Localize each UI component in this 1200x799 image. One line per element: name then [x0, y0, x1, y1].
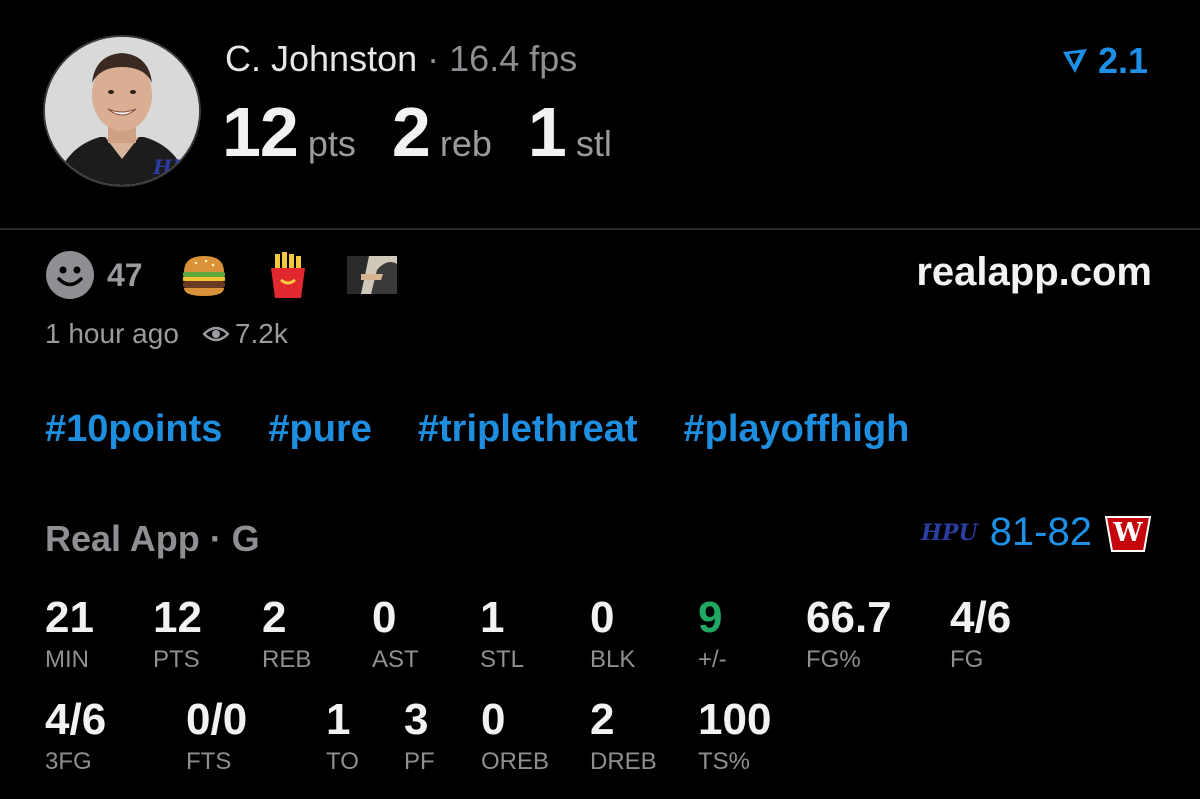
separator: ·	[427, 38, 440, 79]
stat-reb: 2 REB	[262, 596, 311, 672]
stat-ast: 0 AST	[372, 596, 419, 672]
stat-pts: 12 PTS	[153, 596, 202, 672]
divider	[0, 228, 1200, 230]
stat-value: 2	[262, 593, 287, 642]
thumbnail-image[interactable]	[346, 250, 397, 300]
hpu-badge: HPU	[153, 155, 201, 179]
eye-icon	[202, 326, 229, 342]
fps-value: 16.4 fps	[449, 38, 578, 79]
stat-blk: 0 BLK	[590, 596, 635, 672]
stat-label: 3FG	[45, 748, 92, 775]
stat-label: MIN	[45, 646, 89, 673]
player-line: C. Johnston · 16.4 fps	[225, 38, 577, 80]
player-name[interactable]: C. Johnston	[225, 38, 417, 79]
stat-min: 21 MIN	[45, 596, 94, 672]
stat-ts-pct: 100 TS%	[698, 698, 771, 774]
hashtag[interactable]: #playoffhigh	[684, 408, 910, 451]
stat-value: 0	[481, 695, 506, 744]
hashtag-list: #10points #pure #triplethreat #playoffhi…	[45, 408, 909, 451]
site-link[interactable]: realapp.com	[916, 250, 1152, 295]
stat-oreb: 0 OREB	[481, 698, 549, 774]
stat-label: PF	[404, 748, 435, 775]
reaction-count: 47	[107, 256, 143, 293]
stat-value: 9	[698, 593, 723, 642]
stat-value: 0	[590, 593, 615, 642]
stat-plus-minus: 9 +/-	[698, 596, 727, 672]
stat-value: 12	[153, 593, 202, 642]
stat-label: BLK	[590, 646, 636, 673]
hpu-team-logo: HPU	[921, 519, 978, 546]
stat-value: 1	[480, 593, 505, 642]
stat-label: DREB	[590, 748, 657, 775]
smiley-icon[interactable]	[45, 250, 95, 300]
wisconsin-team-logo: W	[1104, 513, 1152, 553]
game-label: Real App · G	[45, 518, 260, 559]
stat-label: FG%	[806, 646, 861, 673]
post-meta: 1 hour ago 7.2k	[45, 318, 288, 350]
stat-value: 1	[326, 695, 351, 744]
rating-value: 2.1	[1098, 40, 1149, 81]
rebounds-value: 2	[391, 93, 431, 171]
score-value: 81-82	[989, 510, 1092, 554]
stat-label: PTS	[153, 646, 200, 673]
rating-badge[interactable]: 2.1	[1060, 40, 1148, 82]
hashtag[interactable]: #pure	[268, 408, 371, 451]
headline-stats: 12 pts 2 reb 1 stl	[222, 92, 648, 172]
stat-to: 1 TO	[326, 698, 359, 774]
stat-value: 2	[590, 695, 615, 744]
stat-value: 66.7	[806, 593, 892, 642]
steals-value: 1	[527, 93, 567, 171]
stat-label: TO	[326, 748, 359, 775]
stat-value: 4/6	[950, 593, 1012, 642]
wisconsin-logo-letter: W	[1113, 517, 1143, 548]
stat-fg: 4/6 FG	[950, 596, 1011, 672]
points-value: 12	[222, 93, 299, 171]
rebounds-unit: reb	[439, 123, 492, 164]
real-rating-icon	[1063, 49, 1087, 73]
stat-fts: 0/0 FTS	[186, 698, 247, 774]
stat-label: OREB	[481, 748, 550, 775]
stat-value: 4/6	[45, 695, 107, 744]
stat-label: AST	[372, 646, 419, 673]
timestamp: 1 hour ago	[45, 318, 179, 349]
view-count: 7.2k	[202, 318, 288, 350]
hashtag[interactable]: #10points	[45, 408, 222, 451]
stat-label: FTS	[186, 748, 232, 775]
stat-pf: 3 PF	[404, 698, 435, 774]
stat-3fg: 4/6 3FG	[45, 698, 106, 774]
hashtag[interactable]: #triplethreat	[418, 408, 638, 451]
view-count-value: 7.2k	[234, 318, 288, 349]
stat-value: 0	[372, 593, 397, 642]
stat-stl: 1 STL	[480, 596, 524, 672]
stat-label: REB	[262, 646, 312, 673]
stat-label: STL	[480, 646, 525, 673]
points-unit: pts	[307, 123, 356, 164]
steals-unit: stl	[575, 123, 612, 164]
fries-icon[interactable]	[263, 250, 313, 300]
reaction-row: 47	[45, 250, 431, 300]
stat-value: 3	[404, 695, 429, 744]
stat-value: 100	[698, 695, 772, 744]
stat-fg-pct: 66.7 FG%	[806, 596, 892, 672]
stat-label: FG	[950, 646, 984, 673]
player-avatar[interactable]: HPU	[43, 35, 201, 187]
stat-value: 0/0	[186, 695, 248, 744]
stat-label: +/-	[698, 646, 727, 673]
stat-dreb: 2 DREB	[590, 698, 657, 774]
burger-icon[interactable]	[179, 250, 229, 300]
game-score[interactable]: HPU 81-82 W	[921, 510, 1152, 555]
stat-value: 21	[45, 593, 94, 642]
stat-label: TS%	[698, 748, 751, 775]
